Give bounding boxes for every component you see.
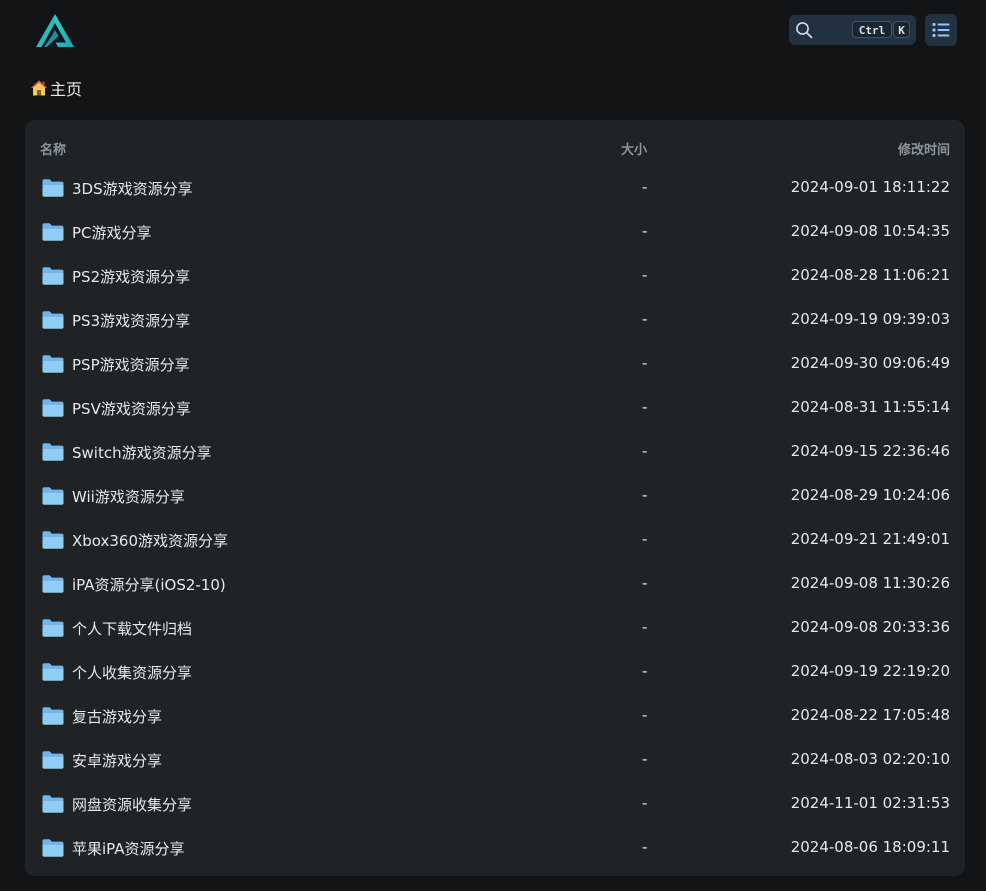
shortcut-key-ctrl: Ctrl	[852, 21, 892, 38]
table-row[interactable]: 苹果iPA资源分享 - 2024-08-06 18:09:11	[25, 827, 965, 871]
file-name[interactable]: 网盘资源收集分享	[72, 794, 192, 815]
file-modified-time: 2024-09-08 11:30:26	[790, 574, 950, 592]
file-name[interactable]: PS3游戏资源分享	[72, 310, 190, 331]
file-size: -	[642, 530, 648, 548]
file-list-panel: 名称 大小 修改时间 3DS游戏资源分享 - 2024-09-01 18:11:22…	[25, 120, 965, 876]
file-name[interactable]: PS2游戏资源分享	[72, 266, 190, 287]
file-size: -	[642, 574, 648, 592]
file-name[interactable]: PC游戏分享	[72, 222, 152, 243]
table-row[interactable]: 安卓游戏分享 - 2024-08-03 02:20:10	[25, 739, 965, 783]
file-modified-time: 2024-08-22 17:05:48	[790, 706, 950, 724]
file-size: -	[642, 354, 648, 372]
file-name[interactable]: 复古游戏分享	[72, 706, 162, 727]
file-size: -	[642, 442, 648, 460]
table-row[interactable]: PC游戏分享 - 2024-09-08 10:54:35	[25, 211, 965, 255]
file-name[interactable]: Switch游戏资源分享	[72, 442, 212, 463]
house-icon	[31, 80, 47, 96]
file-name[interactable]: 个人收集资源分享	[72, 662, 192, 683]
folder-icon	[41, 266, 65, 286]
table-row[interactable]: 个人下载文件归档 - 2024-09-08 20:33:36	[25, 607, 965, 651]
file-name[interactable]: PSV游戏资源分享	[72, 398, 191, 419]
file-modified-time: 2024-09-30 09:06:49	[790, 354, 950, 372]
file-modified-time: 2024-08-28 11:06:21	[790, 266, 950, 284]
table-row[interactable]: Wii游戏资源分享 - 2024-08-29 10:24:06	[25, 475, 965, 519]
folder-icon	[41, 574, 65, 594]
file-size: -	[642, 662, 648, 680]
table-row[interactable]: PSP游戏资源分享 - 2024-09-30 09:06:49	[25, 343, 965, 387]
file-modified-time: 2024-09-08 10:54:35	[790, 222, 950, 240]
file-modified-time: 2024-09-21 21:49:01	[790, 530, 950, 548]
file-name[interactable]: iPA资源分享(iOS2-10)	[72, 574, 226, 595]
column-header-name[interactable]: 名称	[40, 139, 66, 158]
file-modified-time: 2024-09-19 09:39:03	[790, 310, 950, 328]
breadcrumb-home-link[interactable]: 主页	[50, 76, 82, 100]
table-row[interactable]: Switch游戏资源分享 - 2024-09-15 22:36:46	[25, 431, 965, 475]
column-header-size[interactable]: 大小	[621, 139, 647, 158]
file-modified-time: 2024-11-01 02:31:53	[790, 794, 950, 812]
file-name[interactable]: 安卓游戏分享	[72, 750, 162, 771]
file-size: -	[642, 222, 648, 240]
file-list: 3DS游戏资源分享 - 2024-09-01 18:11:22 PC游戏分享 - 2024…	[25, 167, 965, 871]
folder-icon	[41, 398, 65, 418]
folder-icon	[41, 222, 65, 242]
file-name[interactable]: Wii游戏资源分享	[72, 486, 185, 507]
file-size: -	[642, 838, 648, 856]
file-name[interactable]: 3DS游戏资源分享	[72, 178, 193, 199]
folder-icon	[41, 486, 65, 506]
file-size: -	[642, 794, 648, 812]
file-size: -	[642, 750, 648, 768]
file-modified-time: 2024-08-29 10:24:06	[790, 486, 950, 504]
table-row[interactable]: 个人收集资源分享 - 2024-09-19 22:19:20	[25, 651, 965, 695]
file-modified-time: 2024-09-01 18:11:22	[790, 178, 950, 196]
file-modified-time: 2024-08-31 11:55:14	[790, 398, 950, 416]
folder-icon	[41, 794, 65, 814]
file-name[interactable]: 苹果iPA资源分享	[72, 838, 185, 859]
file-modified-time: 2024-08-03 02:20:10	[790, 750, 950, 768]
alist-logo-icon[interactable]	[33, 11, 77, 51]
search-icon	[796, 22, 813, 39]
file-size: -	[642, 310, 648, 328]
file-modified-time: 2024-09-08 20:33:36	[790, 618, 950, 636]
table-row[interactable]: PS2游戏资源分享 - 2024-08-28 11:06:21	[25, 255, 965, 299]
table-row[interactable]: 网盘资源收集分享 - 2024-11-01 02:31:53	[25, 783, 965, 827]
table-row[interactable]: 复古游戏分享 - 2024-08-22 17:05:48	[25, 695, 965, 739]
breadcrumb: 主页	[30, 77, 82, 99]
folder-icon	[41, 178, 65, 198]
search-box[interactable]: Ctrl K	[789, 15, 916, 45]
table-row[interactable]: 3DS游戏资源分享 - 2024-09-01 18:11:22	[25, 167, 965, 211]
list-icon	[932, 22, 950, 38]
top-header: Ctrl K	[0, 0, 986, 62]
file-modified-time: 2024-08-06 18:09:11	[790, 838, 950, 856]
table-row[interactable]: iPA资源分享(iOS2-10) - 2024-09-08 11:30:26	[25, 563, 965, 607]
file-name[interactable]: Xbox360游戏资源分享	[72, 530, 228, 551]
shortcut-key-k: K	[893, 21, 910, 38]
folder-icon	[41, 838, 65, 858]
folder-icon	[41, 310, 65, 330]
folder-icon	[41, 750, 65, 770]
folder-icon	[41, 354, 65, 374]
folder-icon	[41, 662, 65, 682]
file-modified-time: 2024-09-19 22:19:20	[790, 662, 950, 680]
file-size: -	[642, 486, 648, 504]
file-size: -	[642, 178, 648, 196]
table-row[interactable]: PSV游戏资源分享 - 2024-08-31 11:55:14	[25, 387, 965, 431]
folder-icon	[41, 442, 65, 462]
folder-icon	[41, 706, 65, 726]
file-size: -	[642, 618, 648, 636]
table-row[interactable]: PS3游戏资源分享 - 2024-09-19 09:39:03	[25, 299, 965, 343]
file-size: -	[642, 706, 648, 724]
column-header-modified[interactable]: 修改时间	[898, 139, 950, 158]
file-name[interactable]: PSP游戏资源分享	[72, 354, 190, 375]
folder-icon	[41, 530, 65, 550]
table-row[interactable]: Xbox360游戏资源分享 - 2024-09-21 21:49:01	[25, 519, 965, 563]
file-size: -	[642, 398, 648, 416]
folder-icon	[41, 618, 65, 638]
file-modified-time: 2024-09-15 22:36:46	[790, 442, 950, 460]
file-size: -	[642, 266, 648, 284]
file-name[interactable]: 个人下载文件归档	[72, 618, 192, 639]
layout-toggle-button[interactable]	[925, 14, 957, 46]
